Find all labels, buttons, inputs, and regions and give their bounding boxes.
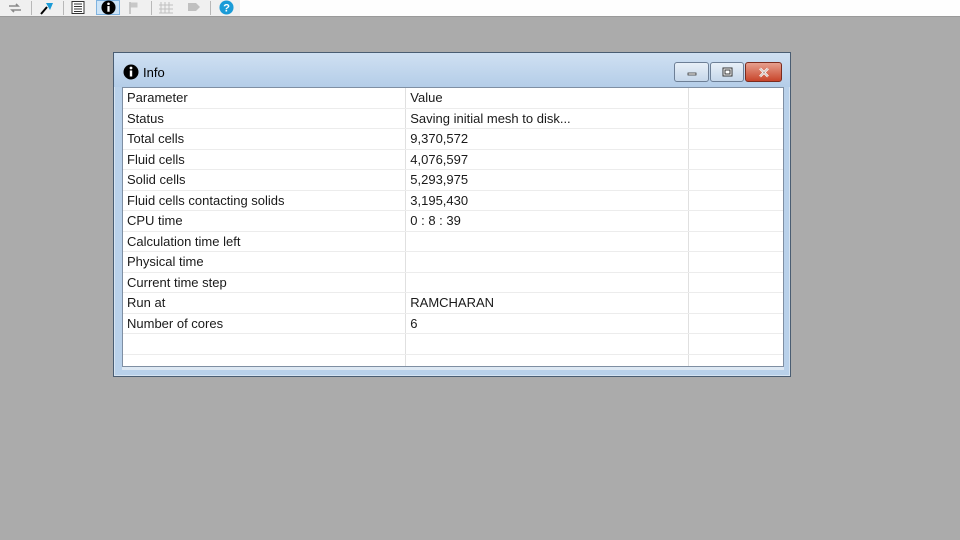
row-parameter-cell: Total cells: [123, 128, 407, 150]
row-extra-cell: [688, 149, 783, 170]
row-extra-cell: [688, 169, 783, 191]
row-extra-cell: [688, 190, 783, 211]
toolbar-empty-area: [240, 0, 960, 17]
table-row[interactable]: Physical time: [123, 251, 783, 273]
info-grid[interactable]: Parameter Value Status Saving initial mes…: [122, 87, 784, 367]
row-value-cell: [405, 354, 690, 366]
row-extra-cell: [688, 108, 783, 129]
info-window[interactable]: Info Parameter Value Status Saving initia…: [113, 52, 791, 377]
row-parameter-cell: Fluid cells: [123, 149, 407, 170]
svg-text:?: ?: [223, 2, 230, 14]
row-value-cell: 5,293,975: [405, 169, 690, 191]
row-parameter-cell: Fluid cells contacting solids: [123, 190, 407, 211]
column-header-extra[interactable]: [688, 88, 783, 109]
close-icon: [758, 67, 769, 77]
row-value-cell: [405, 333, 690, 355]
table-row[interactable]: [123, 354, 783, 366]
column-header-value[interactable]: Value: [405, 88, 690, 109]
minimize-icon: [687, 72, 696, 76]
info-icon: [123, 64, 139, 80]
table-row[interactable]: Number of cores 6: [123, 313, 783, 334]
row-extra-cell: [688, 210, 783, 232]
minimize-button[interactable]: [674, 62, 709, 82]
row-parameter-cell: Status: [123, 108, 407, 129]
toolbar-separator: [151, 1, 152, 15]
row-value-cell: RAMCHARAN: [405, 292, 690, 314]
row-value-cell: 3,195,430: [405, 190, 690, 211]
toolbar-separator: [210, 1, 211, 15]
row-extra-cell: [688, 333, 783, 355]
row-value-cell: [405, 231, 690, 252]
row-parameter-cell: Solid cells: [123, 169, 407, 191]
row-value-cell: 9,370,572: [405, 128, 690, 150]
row-parameter-cell: Current time step: [123, 272, 407, 293]
window-bottom-edge: [122, 367, 784, 370]
grid-icon[interactable]: [156, 0, 176, 15]
row-value-cell: Saving initial mesh to disk...: [405, 108, 690, 129]
info-button[interactable]: [96, 0, 120, 15]
table-row[interactable]: Solid cells 5,293,975: [123, 169, 783, 191]
close-button[interactable]: [745, 62, 782, 82]
toolbar-separator: [63, 1, 64, 15]
row-value-cell: 4,076,597: [405, 149, 690, 170]
help-icon[interactable]: ?: [216, 0, 236, 15]
info-icon: [100, 0, 116, 15]
info-table: Parameter Value Status Saving initial mes…: [123, 88, 783, 366]
row-parameter-cell: Run at: [123, 292, 407, 314]
table-row[interactable]: Run at RAMCHARAN: [123, 292, 783, 314]
row-parameter-cell: Calculation time left: [123, 231, 407, 252]
row-parameter-cell: [123, 354, 407, 366]
shape-icon[interactable]: [184, 0, 204, 15]
row-extra-cell: [688, 128, 783, 150]
row-value-cell: 0 : 8 : 39: [405, 210, 690, 232]
table-row[interactable]: [123, 333, 783, 355]
row-extra-cell: [688, 251, 783, 273]
row-extra-cell: [688, 292, 783, 314]
maximize-button[interactable]: [710, 62, 744, 82]
row-extra-cell: [688, 272, 783, 293]
maximize-icon: [722, 67, 732, 77]
table-header-row: Parameter Value: [123, 88, 783, 109]
window-title: Info: [143, 65, 165, 80]
pin-tool-icon[interactable]: [36, 0, 56, 15]
row-extra-cell: [688, 313, 783, 334]
swap-arrows-icon[interactable]: [5, 0, 25, 15]
table-row[interactable]: Current time step: [123, 272, 783, 293]
row-value-cell: 6: [405, 313, 690, 334]
window-titlebar[interactable]: Info: [114, 53, 790, 87]
flag-icon[interactable]: [124, 0, 144, 15]
row-parameter-cell: Physical time: [123, 251, 407, 273]
row-parameter-cell: CPU time: [123, 210, 407, 232]
row-value-cell: [405, 272, 690, 293]
table-row[interactable]: CPU time 0 : 8 : 39: [123, 210, 783, 232]
row-parameter-cell: [123, 333, 407, 355]
table-row[interactable]: Fluid cells 4,076,597: [123, 149, 783, 170]
toolbar-separator: [31, 1, 32, 15]
row-parameter-cell: Number of cores: [123, 313, 407, 334]
row-value-cell: [405, 251, 690, 273]
main-toolbar: ?: [0, 0, 241, 17]
table-row[interactable]: Total cells 9,370,572: [123, 128, 783, 150]
row-extra-cell: [688, 354, 783, 366]
table-row[interactable]: Calculation time left: [123, 231, 783, 252]
table-row[interactable]: Status Saving initial mesh to disk...: [123, 108, 783, 129]
list-icon[interactable]: [68, 0, 88, 15]
table-row[interactable]: Fluid cells contacting solids 3,195,430: [123, 190, 783, 211]
column-header-parameter[interactable]: Parameter: [123, 88, 407, 109]
row-extra-cell: [688, 231, 783, 252]
